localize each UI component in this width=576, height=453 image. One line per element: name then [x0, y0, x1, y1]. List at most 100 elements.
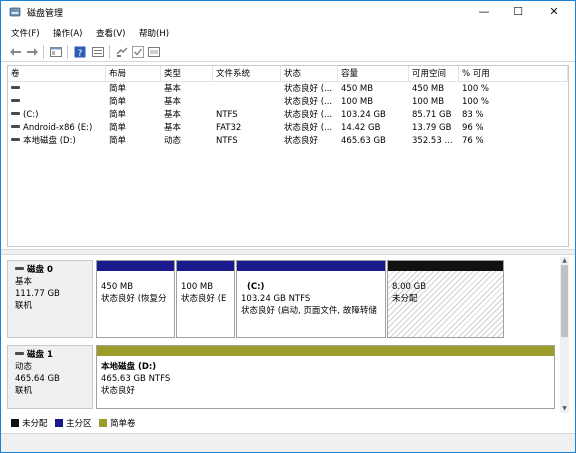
- toolbar: ?: [1, 42, 575, 62]
- partition-info: 100 MB 状态良好 (E: [181, 281, 230, 305]
- primary-partition-bar: [97, 261, 174, 271]
- title-bar: 磁盘管理 — ☐ ✕: [1, 1, 575, 23]
- minimize-icon: —: [478, 5, 490, 18]
- partition-status: 未分配: [392, 294, 418, 304]
- check-icon[interactable]: [131, 45, 145, 59]
- partition-unallocated[interactable]: 8.00 GB 未分配: [387, 260, 504, 338]
- cell-status: 状态良好 (...: [284, 97, 333, 107]
- table-row[interactable]: 简单 基本 状态良好 (... 100 MB 100 MB 100 %: [8, 96, 568, 109]
- column-header-free-space[interactable]: 可用空间: [409, 66, 459, 82]
- cell-type: 基本: [164, 97, 182, 107]
- back-arrow-icon[interactable]: [9, 45, 23, 59]
- cell-free-space: 352.53 ...: [412, 136, 453, 146]
- partition-info: (C:) 103.24 GB NTFS 状态良好 (启动, 页面文件, 故障转储: [241, 281, 381, 317]
- menu-action[interactable]: 操作(A): [53, 27, 82, 39]
- partition-recovery[interactable]: 450 MB 状态良好 (恢复分: [96, 260, 175, 338]
- cell-volume: Android-x86 (E:): [8, 122, 106, 135]
- table-row[interactable]: (C:) 简单 基本 NTFS 状态良好 (... 103.24 GB 85.7…: [8, 109, 568, 122]
- partition-size: 100 MB: [181, 282, 214, 292]
- disk-title: 磁盘 0: [15, 264, 92, 276]
- rescan-icon[interactable]: [147, 45, 161, 59]
- pane-splitter[interactable]: [1, 249, 575, 255]
- partition-d[interactable]: 本地磁盘 (D:) 465.63 GB NTFS 状态良好: [96, 345, 555, 409]
- cell-status: 状态良好 (...: [284, 84, 333, 94]
- cell-type: 基本: [164, 84, 182, 94]
- partition-size: 103.24 GB NTFS: [241, 294, 311, 304]
- column-header-percent-free[interactable]: % 可用: [459, 66, 568, 82]
- drive-icon: [11, 99, 20, 102]
- cell-volume: 本地磁盘 (D:): [8, 135, 106, 148]
- disk-icon: [15, 352, 24, 355]
- disk-title: 磁盘 1: [15, 349, 92, 361]
- disk-name: 磁盘 1: [27, 350, 53, 360]
- partition-status: 状态良好: [101, 386, 136, 396]
- disk-0-label[interactable]: 磁盘 0 基本 111.77 GB 联机: [7, 260, 93, 338]
- scroll-thumb[interactable]: [561, 265, 568, 337]
- column-header-status[interactable]: 状态: [281, 66, 338, 82]
- cell-type: 基本: [164, 123, 182, 133]
- cell-capacity: 465.63 GB: [341, 136, 386, 146]
- partition-name: (C:): [247, 282, 265, 292]
- close-button[interactable]: ✕: [537, 1, 571, 23]
- disk-graphical-view: 磁盘 0 基本 111.77 GB 联机 450 MB 状态良好 (恢复分 10…: [7, 257, 569, 413]
- volume-name: 本地磁盘 (D:): [23, 136, 76, 146]
- console-tree-icon[interactable]: [49, 45, 63, 59]
- column-header-capacity[interactable]: 容量: [338, 66, 409, 82]
- cell-volume: (C:): [8, 109, 106, 122]
- table-row[interactable]: 简单 基本 状态良好 (... 450 MB 450 MB 100 %: [8, 83, 568, 96]
- table-row[interactable]: Android-x86 (E:) 简单 基本 FAT32 状态良好 (... 1…: [8, 122, 568, 135]
- cell-percent-free: 100 %: [462, 84, 490, 94]
- properties-icon[interactable]: [91, 45, 105, 59]
- cell-free-space: 100 MB: [412, 97, 445, 107]
- legend-swatch: [55, 418, 63, 427]
- vertical-scrollbar[interactable]: ▲ ▼: [560, 257, 569, 413]
- menu-file[interactable]: 文件(F): [11, 27, 40, 39]
- disk-name: 磁盘 0: [27, 265, 53, 275]
- column-header-volume[interactable]: 卷: [8, 66, 106, 82]
- partition-efi[interactable]: 100 MB 状态良好 (E: [176, 260, 235, 338]
- cell-percent-free: 76 %: [462, 136, 484, 146]
- cell-filesystem: [213, 96, 281, 109]
- cell-filesystem: [213, 83, 281, 96]
- cell-type: 基本: [164, 110, 182, 120]
- disk-size: 465.64 GB: [15, 374, 60, 384]
- scroll-down-arrow-icon[interactable]: ▼: [560, 405, 569, 413]
- volume-name: Android-x86 (E:): [23, 123, 93, 133]
- toolbar-separator: [43, 45, 44, 59]
- volume-list-table: 卷 布局 类型 文件系统 状态 容量 可用空间 % 可用 简单 基本 状态良好 …: [7, 65, 569, 247]
- forward-arrow-icon[interactable]: [25, 45, 39, 59]
- cell-status: 状态良好 (...: [284, 110, 333, 120]
- disk-status: 联机: [15, 301, 33, 311]
- svg-text:?: ?: [78, 49, 83, 59]
- column-header-type[interactable]: 类型: [161, 66, 213, 82]
- cell-free-space: 450 MB: [412, 84, 445, 94]
- column-header-filesystem[interactable]: 文件系统: [213, 66, 281, 82]
- partition-size: 465.63 GB NTFS: [101, 374, 171, 384]
- legend-label: 主分区: [66, 419, 92, 429]
- column-header-layout[interactable]: 布局: [106, 66, 161, 82]
- unallocated-bar: [388, 261, 503, 271]
- cell-percent-free: 83 %: [462, 110, 484, 120]
- cell-status: 状态良好 (...: [284, 123, 333, 133]
- connect-icon[interactable]: [115, 45, 129, 59]
- maximize-button[interactable]: ☐: [501, 1, 535, 23]
- disk-1-label[interactable]: 磁盘 1 动态 465.64 GB 联机: [7, 345, 93, 409]
- partition-status: 状态良好 (启动, 页面文件, 故障转储: [241, 306, 377, 316]
- table-row[interactable]: 本地磁盘 (D:) 简单 动态 NTFS 状态良好 465.63 GB 352.…: [8, 135, 568, 148]
- cell-status: 状态良好: [284, 136, 319, 146]
- partition-c[interactable]: (C:) 103.24 GB NTFS 状态良好 (启动, 页面文件, 故障转储: [236, 260, 386, 338]
- minimize-button[interactable]: —: [467, 1, 501, 23]
- disk-type: 基本: [15, 277, 33, 287]
- cell-layout: 简单: [109, 123, 127, 133]
- menu-help[interactable]: 帮助(H): [139, 27, 169, 39]
- partition-status: 状态良好 (E: [181, 294, 227, 304]
- cell-filesystem: NTFS: [216, 110, 238, 120]
- window-title: 磁盘管理: [27, 9, 64, 19]
- menu-view[interactable]: 查看(V): [96, 27, 125, 39]
- cell-capacity: 450 MB: [341, 84, 374, 94]
- help-icon[interactable]: ?: [73, 45, 87, 59]
- maximize-icon: ☐: [513, 5, 523, 18]
- cell-free-space: 85.71 GB: [412, 110, 452, 120]
- scroll-up-arrow-icon[interactable]: ▲: [560, 257, 569, 265]
- legend-unallocated: 未分配: [11, 417, 48, 429]
